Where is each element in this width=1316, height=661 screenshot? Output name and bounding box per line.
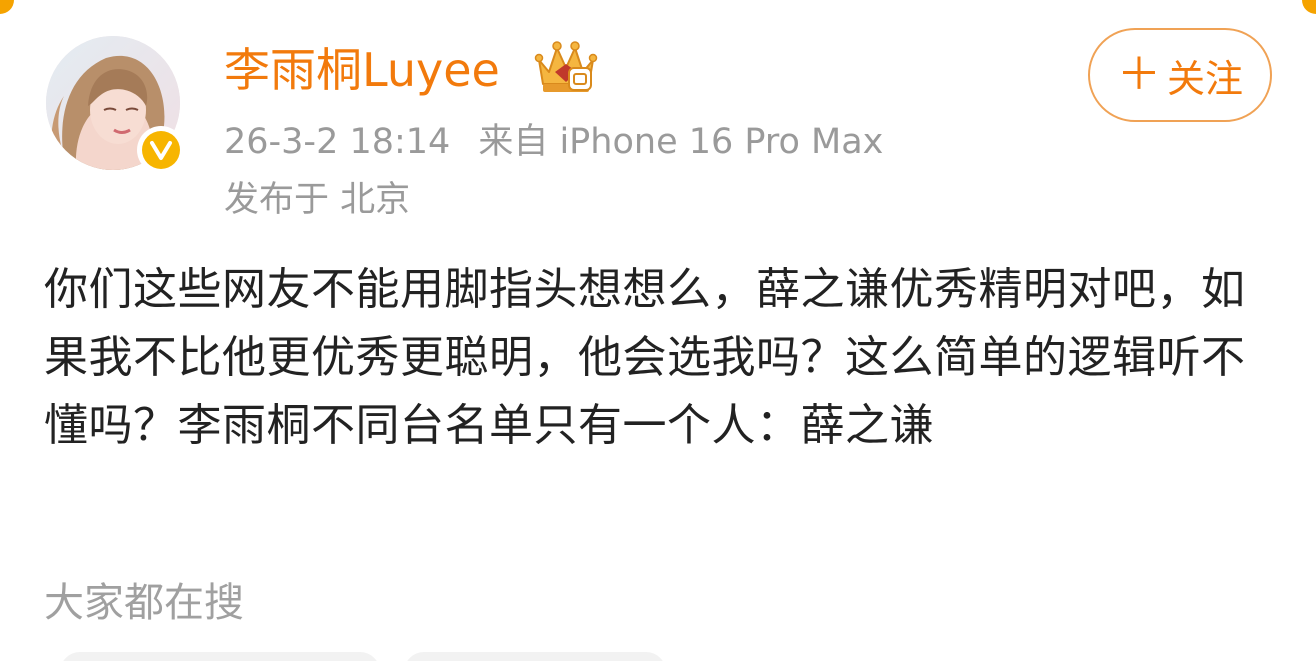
crown-badge-icon[interactable] <box>533 38 599 96</box>
post-source: 来自 iPhone 16 Pro Max <box>478 122 884 162</box>
plus-icon: ＋ <box>1116 49 1161 100</box>
post-body-text: 你们这些网友不能用脚指头想想么，薛之谦优秀精明对吧，如果我不比他更优秀更聪明，他… <box>44 264 1246 451</box>
top-left-corner-decoration <box>0 0 14 14</box>
author-name[interactable]: 李雨桐Luyee <box>224 38 500 102</box>
trending-search-heading: 大家都在搜 <box>44 580 244 626</box>
verified-badge <box>137 126 185 174</box>
top-right-corner-decoration <box>1302 0 1316 14</box>
follow-label: 关注 <box>1166 56 1243 101</box>
post-location: 发布于 北京 <box>224 180 411 220</box>
trending-chip[interactable] <box>60 652 380 661</box>
post-timestamp: 26-3-2 18:14 <box>224 122 451 162</box>
follow-button[interactable]: ＋ 关注 <box>1088 28 1272 122</box>
post-meta: 26-3-2 18:14 来自 iPhone 16 Pro Max <box>224 118 883 166</box>
weibo-post-card: 李雨桐Luyee 26-3-2 18:14 来自 iPhone 16 Pro Ma… <box>0 0 1316 661</box>
verified-v-icon <box>150 141 172 160</box>
trending-chip[interactable] <box>404 652 666 661</box>
